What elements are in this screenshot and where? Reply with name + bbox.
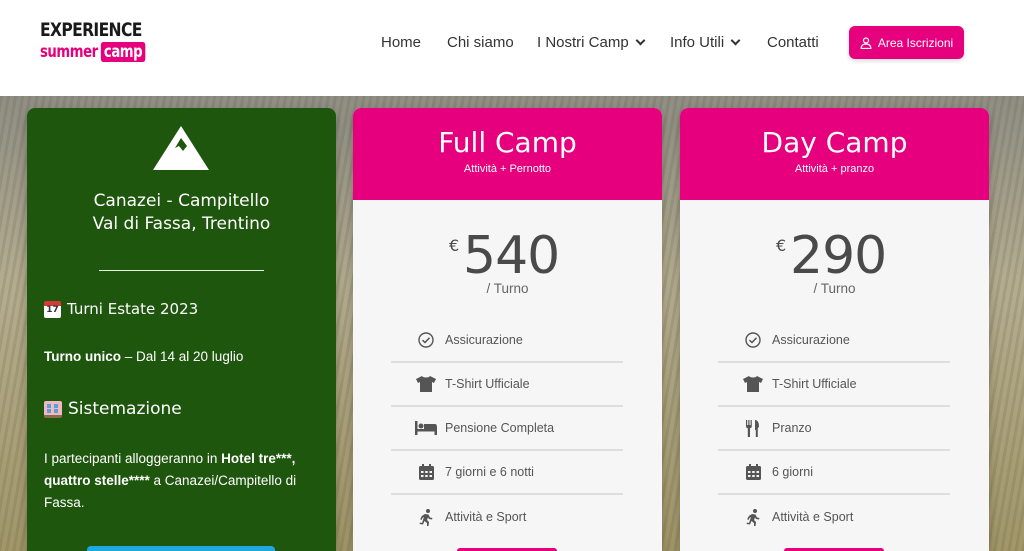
- feature-label: Assicurazione: [445, 333, 523, 347]
- feature-label: Pensione Completa: [445, 421, 555, 435]
- feature-label: T-Shirt Ufficiale: [772, 377, 857, 391]
- running-icon: [411, 508, 441, 526]
- full-camp-header: Full Camp Attività + Pernotto: [353, 108, 662, 200]
- nav-contatti-label: Contatti: [767, 34, 819, 51]
- nav-info-utili-label: Info Utili: [670, 34, 725, 51]
- feature-label: Pranzo: [772, 421, 812, 435]
- mountain-icon: [153, 126, 209, 170]
- calendar-emoji-icon: [44, 300, 61, 318]
- calendar-icon: [738, 464, 768, 480]
- feature-item: Assicurazione: [391, 319, 623, 363]
- full-camp-card: Full Camp Attività + Pernotto € 540 / Tu…: [353, 108, 662, 551]
- turni-heading: Turni Estate 2023: [44, 300, 198, 318]
- turno-dates: – Dal 14 al 20 luglio: [121, 349, 244, 364]
- location-line-1: Canazei - Campitello: [93, 191, 270, 211]
- logo-text-camp: camp: [100, 42, 146, 62]
- site-header: EXPERIENCE summer camp Home Chi siamo I N…: [0, 0, 1024, 96]
- full-camp-per: / Turno: [486, 281, 529, 296]
- nav-home-label: Home: [381, 34, 422, 51]
- feature-label: Attività e Sport: [445, 510, 527, 524]
- sistemazione-heading: Sistemazione: [44, 399, 182, 419]
- sist-text-1: I partecipanti alloggeranno in: [44, 451, 222, 466]
- feature-label: T-Shirt Ufficiale: [445, 377, 530, 391]
- bed-icon: [411, 421, 441, 435]
- feature-item: Pensione Completa: [391, 407, 623, 451]
- chevron-down-icon: [730, 35, 741, 45]
- hotel-emoji-icon: [44, 400, 62, 418]
- full-camp-title: Full Camp: [438, 126, 577, 159]
- feature-item: T-Shirt Ufficiale: [718, 363, 950, 407]
- day-camp-card: Day Camp Attività + pranzo € 290 / Turno…: [680, 108, 989, 551]
- check-circle-icon: [411, 332, 441, 348]
- day-camp-per: / Turno: [813, 281, 856, 296]
- day-camp-header: Day Camp Attività + pranzo: [680, 108, 989, 200]
- feature-label: 7 giorni e 6 notti: [445, 465, 534, 479]
- sist-text-3: Fassa.: [44, 495, 85, 510]
- site-logo[interactable]: EXPERIENCE summer camp: [40, 19, 146, 68]
- nav-chi-siamo-label: Chi siamo: [447, 34, 514, 51]
- camp-info-card: Canazei - Campitello Val di Fassa, Trent…: [27, 108, 336, 551]
- day-camp-currency: €: [776, 236, 787, 255]
- area-iscrizioni-label: Area Iscrizioni: [877, 35, 954, 50]
- area-iscrizioni-button[interactable]: Area Iscrizioni: [849, 26, 964, 59]
- calendar-icon: [411, 464, 441, 480]
- turni-heading-text: Turni Estate 2023: [67, 300, 199, 318]
- feature-item: T-Shirt Ufficiale: [391, 363, 623, 407]
- info-cta-button[interactable]: [87, 546, 275, 551]
- location-line-2: Val di Fassa, Trentino: [92, 214, 271, 234]
- logo-text-summer: summer: [40, 42, 98, 62]
- feature-item: Pranzo: [718, 407, 950, 451]
- day-camp-title: Day Camp: [761, 126, 908, 159]
- nav-home[interactable]: Home: [381, 34, 421, 51]
- turno-line: Turno unico – Dal 14 al 20 luglio: [44, 346, 324, 368]
- tshirt-icon: [411, 376, 441, 392]
- sistemazione-text: I partecipanti alloggeranno in Hotel tre…: [44, 448, 324, 514]
- sist-bold-1: Hotel tre***,: [221, 451, 296, 466]
- nav-info-utili[interactable]: Info Utili: [670, 34, 741, 51]
- sist-text-2: a Canazei/Campitello di: [149, 473, 297, 488]
- nav-chi-siamo[interactable]: Chi siamo: [447, 34, 514, 51]
- nav-nostri-camp[interactable]: I Nostri Camp: [537, 34, 646, 51]
- feature-label: Attività e Sport: [772, 510, 854, 524]
- running-icon: [738, 508, 768, 526]
- feature-item: 6 giorni: [718, 451, 950, 495]
- feature-item: Attività e Sport: [718, 495, 950, 539]
- nav-contatti[interactable]: Contatti: [767, 34, 819, 51]
- check-circle-icon: [738, 332, 768, 348]
- sistemazione-heading-text: Sistemazione: [68, 399, 182, 419]
- day-camp-subtitle: Attività + pranzo: [794, 163, 875, 175]
- divider: [99, 270, 264, 271]
- nav-nostri-camp-label: I Nostri Camp: [537, 34, 629, 51]
- feature-item: 7 giorni e 6 notti: [391, 451, 623, 495]
- chevron-down-icon: [635, 35, 646, 45]
- utensils-icon: [738, 419, 768, 437]
- full-camp-price: 540: [463, 226, 560, 286]
- full-camp-subtitle: Attività + Pernotto: [463, 163, 552, 175]
- sist-bold-2: quattro stelle****: [44, 473, 150, 488]
- feature-label: 6 giorni: [772, 465, 813, 479]
- full-camp-currency: €: [449, 236, 460, 255]
- tshirt-icon: [738, 376, 768, 392]
- logo-text-top: EXPERIENCE: [40, 19, 142, 41]
- feature-item: Assicurazione: [718, 319, 950, 363]
- feature-item: Attività e Sport: [391, 495, 623, 539]
- turno-bold: Turno unico: [44, 349, 121, 364]
- feature-label: Assicurazione: [772, 333, 850, 347]
- user-icon: [860, 36, 872, 49]
- logo-text-bottom: summer camp: [40, 42, 146, 62]
- day-camp-price: 290: [790, 226, 887, 286]
